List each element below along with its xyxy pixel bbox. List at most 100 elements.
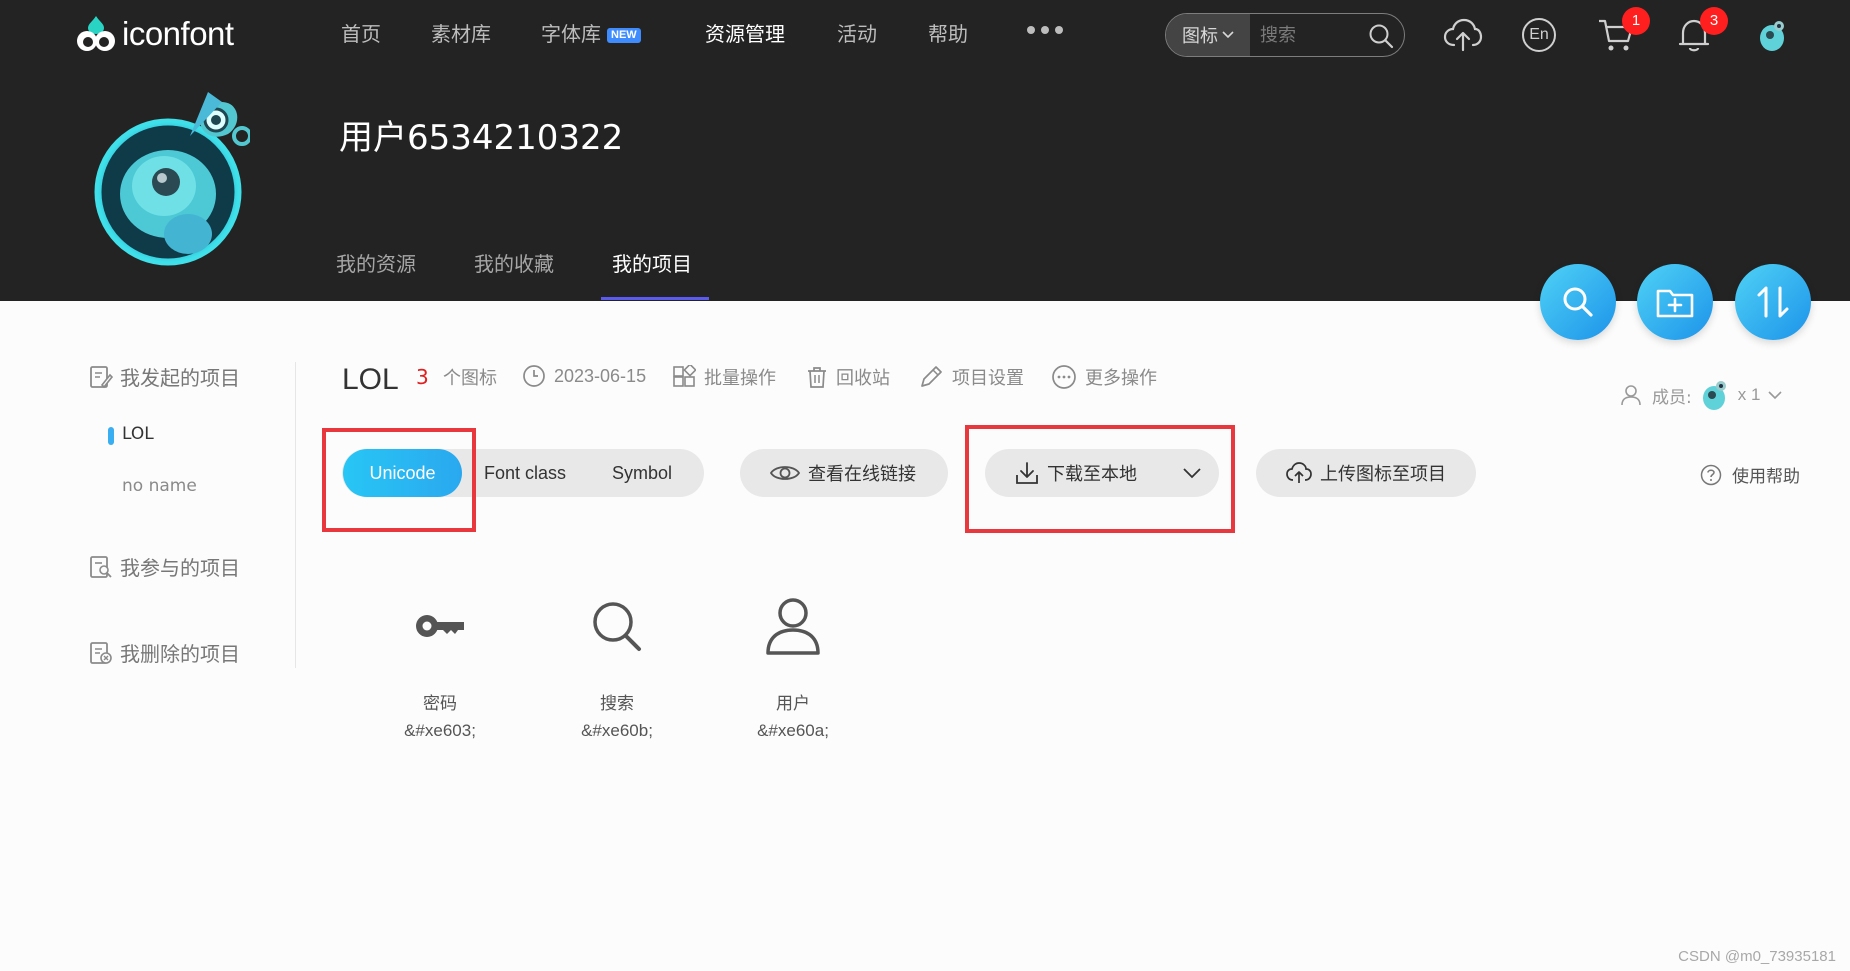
folder-add-icon: [1656, 289, 1694, 318]
icon-count-unit: 个图标: [443, 368, 497, 389]
notification-count-badge: 3: [1700, 7, 1728, 35]
format-unicode-tab[interactable]: Unicode: [343, 449, 462, 497]
icon-name: 搜索: [600, 694, 634, 714]
document-search-icon: [90, 555, 112, 578]
usage-help-button[interactable]: 使用帮助: [1700, 462, 1800, 487]
fab-search-button[interactable]: [1540, 264, 1616, 340]
language-en-icon[interactable]: En: [1519, 15, 1559, 55]
nav-activity[interactable]: 活动: [837, 20, 877, 48]
nav-materials[interactable]: 素材库: [431, 20, 491, 48]
icon-unicode: &#xe60b;: [581, 721, 653, 740]
icon-name: 密码: [423, 694, 457, 714]
search-type-select[interactable]: 图标: [1166, 14, 1250, 56]
username: 用户6534210322: [339, 118, 624, 158]
eye-icon: [770, 466, 800, 480]
sidebar-project-no-name[interactable]: no name: [122, 476, 197, 496]
icon-unicode: &#xe60a;: [757, 721, 829, 740]
nav-resource-management[interactable]: 资源管理: [705, 20, 785, 48]
more-dot: [1055, 26, 1063, 34]
chevron-down-icon: [1222, 31, 1234, 39]
cart-count-badge: 1: [1622, 7, 1650, 35]
format-font-class-tab[interactable]: Font class: [464, 449, 586, 497]
search-type-label: 图标: [1182, 26, 1218, 47]
pencil-icon: [921, 366, 942, 387]
cloud-upload-icon[interactable]: [1443, 15, 1483, 55]
sidebar-deleted-projects[interactable]: 我删除的项目: [88, 638, 240, 667]
logo-text: iconfont: [122, 15, 234, 52]
view-online-link-button[interactable]: 查看在线链接: [740, 449, 948, 497]
upload-icons-label: 上传图标至项目: [1320, 464, 1446, 485]
fab-new-folder-button[interactable]: [1637, 264, 1713, 340]
trash-icon: [808, 367, 826, 388]
project-settings-label: 项目设置: [952, 368, 1024, 389]
question-circle-icon: [1700, 464, 1722, 485]
user-outline-icon: [1621, 385, 1641, 406]
tab-my-projects[interactable]: 我的项目: [612, 250, 692, 278]
nav-more-button[interactable]: [1027, 26, 1063, 34]
members-count: x 1: [1737, 385, 1761, 404]
more-operations-button[interactable]: 更多操作: [1051, 364, 1157, 390]
members-label: 成员:: [1652, 387, 1692, 408]
upload-icons-button[interactable]: 上传图标至项目: [1256, 449, 1476, 497]
nav-home[interactable]: 首页: [341, 20, 381, 48]
nav-fonts[interactable]: 字体库 NEW: [541, 20, 641, 48]
search-input[interactable]: [1260, 24, 1370, 46]
document-delete-icon: [90, 641, 112, 664]
more-circle-icon: [1052, 365, 1076, 389]
tab-my-favorites[interactable]: 我的收藏: [474, 250, 554, 278]
profile-avatar[interactable]: [90, 86, 252, 268]
project-date-text: 2023-06-15: [554, 365, 647, 386]
edit-document-icon: [90, 365, 114, 388]
icon-unicode: &#xe603;: [404, 721, 476, 740]
clock-icon: [523, 365, 545, 387]
project-settings-button[interactable]: 项目设置: [918, 364, 1024, 390]
more-dot: [1041, 26, 1049, 34]
cart-icon[interactable]: 1: [1596, 7, 1650, 55]
nav-fonts-label: 字体库: [541, 22, 601, 46]
sidebar-created-label: 我发起的项目: [120, 366, 240, 390]
batch-operation-button[interactable]: 批量操作: [672, 364, 776, 390]
active-tab-underline: [601, 297, 709, 300]
sidebar-project-lol[interactable]: LOL: [108, 424, 154, 445]
sidebar-created-projects[interactable]: 我发起的项目: [88, 362, 240, 391]
project-title: LOL: [342, 363, 399, 396]
header: iconfont 首页 素材库 字体库 NEW 资源管理 活动 帮助 图标 搜索…: [0, 0, 1850, 301]
download-local-label: 下载至本地: [1047, 464, 1137, 485]
search-icon[interactable]: [1368, 23, 1394, 53]
user-avatar-small[interactable]: [1752, 15, 1792, 55]
user-icon: [723, 590, 863, 662]
tab-my-resources[interactable]: 我的资源: [336, 250, 416, 278]
search-box: 图标: [1165, 13, 1405, 57]
project-icon-count-unit: 个图标: [443, 364, 497, 390]
sidebar-joined-projects[interactable]: 我参与的项目: [88, 552, 240, 581]
icon-card-user[interactable]: 用户 &#xe60a;: [723, 590, 863, 746]
icon-name: 用户: [776, 694, 810, 714]
members-dropdown[interactable]: 成员: x 1: [1620, 378, 1782, 412]
logo[interactable]: iconfont: [74, 12, 234, 56]
fab-sort-button[interactable]: [1735, 264, 1811, 340]
chevron-down-icon[interactable]: [1183, 467, 1201, 479]
sort-icon: [1757, 286, 1789, 318]
recycle-bin-label: 回收站: [836, 368, 890, 389]
bell-icon[interactable]: 3: [1674, 7, 1728, 55]
search-icon: [1563, 287, 1593, 317]
format-segmented-control: Unicode Font class Symbol: [342, 449, 704, 497]
cloud-upload-icon: [1286, 462, 1312, 483]
batch-grid-icon: [673, 365, 696, 387]
search-icon: [547, 590, 687, 662]
icon-card-key[interactable]: 密码 &#xe603;: [370, 590, 510, 746]
sidebar-divider: [295, 362, 296, 668]
download-local-button[interactable]: 下载至本地: [985, 449, 1219, 497]
sidebar-joined-label: 我参与的项目: [120, 556, 240, 580]
view-online-link-label: 查看在线链接: [808, 464, 916, 485]
format-symbol-tab[interactable]: Symbol: [592, 449, 692, 497]
more-dot: [1027, 26, 1035, 34]
sidebar-deleted-label: 我删除的项目: [120, 642, 240, 666]
language-label: En: [1529, 26, 1549, 43]
project-icon-count: 3: [416, 365, 429, 389]
icon-card-search[interactable]: 搜索 &#xe60b;: [547, 590, 687, 746]
csdn-watermark: CSDN @m0_73935181: [1678, 948, 1836, 965]
iconfont-logo-icon: [77, 16, 115, 51]
recycle-bin-button[interactable]: 回收站: [806, 364, 890, 390]
nav-help[interactable]: 帮助: [928, 20, 968, 48]
